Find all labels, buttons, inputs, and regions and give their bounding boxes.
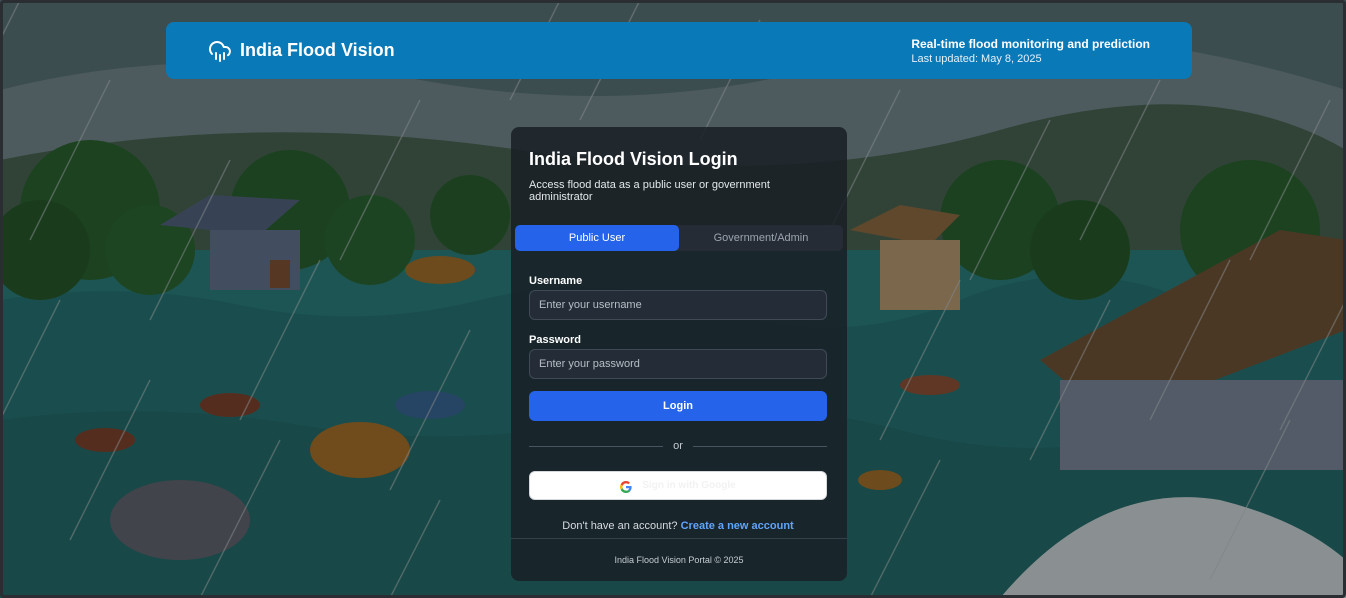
tab-public-user[interactable]: Public User bbox=[515, 225, 679, 251]
username-input[interactable] bbox=[529, 290, 827, 320]
login-button[interactable]: Login bbox=[529, 391, 827, 421]
app-header: India Flood Vision Real-time flood monit… bbox=[166, 22, 1192, 79]
login-subtitle: Access flood data as a public user or go… bbox=[529, 179, 770, 203]
password-label: Password bbox=[529, 334, 581, 346]
header-info: Real-time flood monitoring and predictio… bbox=[911, 37, 1150, 65]
last-updated: Last updated: May 8, 2025 bbox=[911, 52, 1042, 65]
divider-or-text: or bbox=[673, 440, 683, 452]
create-account-link[interactable]: Create a new account bbox=[681, 520, 794, 532]
card-footer: India Flood Vision Portal © 2025 bbox=[511, 538, 847, 581]
cloud-rain-icon bbox=[208, 39, 232, 63]
login-card: India Flood Vision Login Access flood da… bbox=[511, 127, 847, 581]
google-sign-in-label: Sign in with Google bbox=[642, 480, 736, 491]
brand-title: India Flood Vision bbox=[240, 40, 395, 60]
tab-government-admin[interactable]: Government/Admin bbox=[679, 225, 843, 251]
username-label: Username bbox=[529, 275, 583, 287]
divider-line-right bbox=[692, 445, 827, 447]
password-input[interactable] bbox=[529, 349, 827, 379]
signup-prompt: Don't have an account? Create a new acco… bbox=[529, 520, 827, 532]
signup-prompt-text: Don't have an account? bbox=[562, 520, 678, 532]
user-type-tabs: Public User Government/Admin bbox=[515, 225, 843, 251]
login-title: India Flood Vision Login bbox=[529, 149, 738, 169]
google-icon bbox=[620, 480, 632, 493]
divider-line-left bbox=[529, 445, 664, 447]
google-sign-in-button[interactable]: Sign in with Google bbox=[529, 471, 827, 500]
tagline: Real-time flood monitoring and predictio… bbox=[911, 36, 1150, 51]
brand[interactable]: India Flood Vision bbox=[208, 39, 395, 63]
or-divider: or bbox=[529, 440, 827, 452]
